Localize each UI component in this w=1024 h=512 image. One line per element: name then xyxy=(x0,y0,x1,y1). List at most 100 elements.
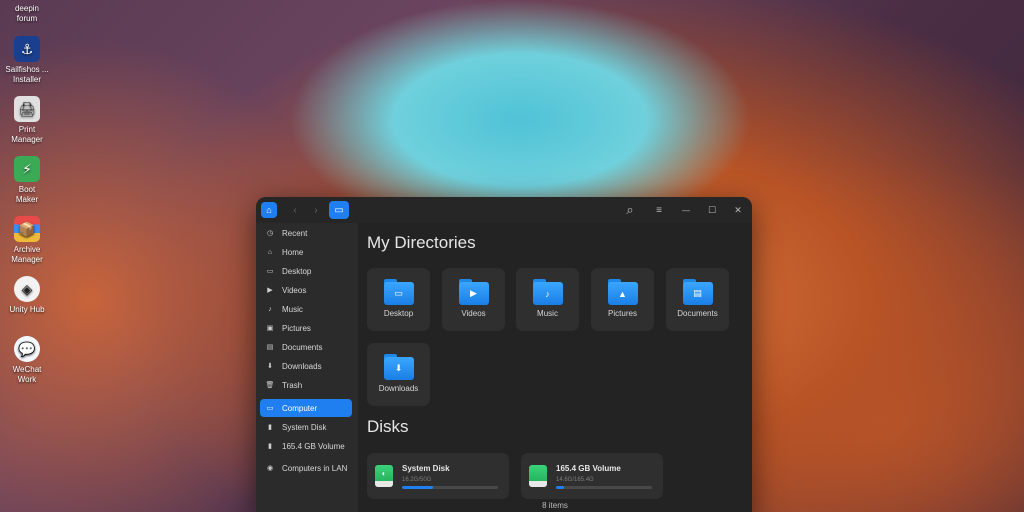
sidebar-item-home[interactable]: ⌂ Home xyxy=(260,243,352,261)
disk-name: 165.4 GB Volume xyxy=(556,464,621,473)
sidebar-item-desktop[interactable]: ▭ Desktop xyxy=(260,262,352,280)
directory-desktop[interactable]: ▭ Desktop xyxy=(367,268,430,331)
folder-music-icon: ♪ xyxy=(532,279,563,305)
desktop-icon-label: Print Manager xyxy=(11,125,43,144)
maximize-button[interactable]: ☐ xyxy=(704,201,720,219)
main-content: My Directories ▭ Desktop ▶ Videos ♪ Musi… xyxy=(358,223,752,512)
folder-downloads-icon: ⬇ xyxy=(383,354,414,380)
disk-usage: 16.2G/50G xyxy=(402,477,432,483)
disk-usage-fill xyxy=(402,486,434,489)
desktop-icon-sailfishos-installer[interactable]: ⚓ Sailfishos ... Installer xyxy=(0,36,54,85)
forward-button[interactable]: › xyxy=(309,201,323,219)
sidebar-item-trash[interactable]: 🗑 Trash xyxy=(260,376,352,394)
disk-name: System Disk xyxy=(402,464,450,473)
sidebar-item-label: Music xyxy=(282,304,303,314)
desktop-icon-label: Archive Manager xyxy=(11,245,43,264)
folder-documents-icon: ▤ xyxy=(682,279,713,305)
usb-drive-icon: ⚡ xyxy=(14,156,40,182)
directory-downloads[interactable]: ⬇ Downloads xyxy=(367,343,430,406)
sidebar-item-videos[interactable]: ▶ Videos xyxy=(260,281,352,299)
document-icon: ▤ xyxy=(266,344,274,351)
computer-icon: ▭ xyxy=(266,405,274,412)
sidebar-item-downloads[interactable]: ⬇ Downloads xyxy=(260,357,352,375)
disk-icon: ▮ xyxy=(268,424,272,431)
printer-icon: 🖨 xyxy=(14,96,40,122)
directory-videos[interactable]: ▶ Videos xyxy=(442,268,505,331)
directory-label: Videos xyxy=(461,309,486,318)
sidebar-item-documents[interactable]: ▤ Documents xyxy=(260,338,352,356)
file-manager-window: ⌂ ‹ › ▭ ⌕ ≡ — ☐ ✕ ◷ Recent ⌂ Home ▭ Desk… xyxy=(256,197,752,512)
minimize-button[interactable]: — xyxy=(678,201,694,219)
back-button[interactable]: ‹ xyxy=(288,201,302,219)
sidebar-item-label: 165.4 GB Volume xyxy=(282,441,345,451)
status-bar-item-count: 8 items xyxy=(542,501,568,510)
sidebar-item-label: Computers in LAN xyxy=(282,463,348,473)
desktop-icon-deepin-forum[interactable]: deepin forum xyxy=(0,4,54,24)
sidebar-item-system-disk[interactable]: ▮ System Disk xyxy=(260,418,352,436)
directory-label: Music xyxy=(537,309,558,318)
sidebar-item-computer[interactable]: ▭ Computer xyxy=(260,399,352,417)
clock-icon: ◷ xyxy=(266,230,274,237)
sidebar-item-label: Home xyxy=(282,247,304,257)
disk-card-volume[interactable]: 165.4 GB Volume 14.6G/165.4G xyxy=(521,453,663,499)
picture-icon: ▣ xyxy=(266,325,274,332)
desktop-icon-label: Boot Maker xyxy=(15,185,39,204)
sidebar-item-label: Recent xyxy=(282,228,308,238)
desktop-icon: ▭ xyxy=(266,268,274,275)
unity-cube-icon: ◈ xyxy=(14,276,40,302)
my-directories-title: My Directories xyxy=(367,233,476,252)
folder-videos-icon: ▶ xyxy=(458,279,489,305)
folder-desktop-icon: ▭ xyxy=(383,279,414,305)
desktop-icon-print-manager[interactable]: 🖨 Print Manager xyxy=(0,96,54,145)
anchor-icon: ⚓ xyxy=(14,36,40,62)
disk-icon: ▮ xyxy=(268,443,272,450)
desktop-icon-label: deepin forum xyxy=(14,4,40,23)
home-icon: ⌂ xyxy=(267,248,273,256)
music-note-icon: ♪ xyxy=(268,305,272,313)
directory-music[interactable]: ♪ Music xyxy=(516,268,579,331)
desktop-icon-unity-hub[interactable]: ◈ Unity Hub xyxy=(0,276,54,315)
sidebar-item-volume[interactable]: ▮ 165.4 GB Volume xyxy=(260,437,352,455)
volume-disk-icon xyxy=(529,465,547,487)
disk-card-system[interactable]: ◐ System Disk 16.2G/50G xyxy=(367,453,509,499)
desktop-icon-archive-manager[interactable]: 📦 Archive Manager xyxy=(0,216,54,265)
view-mode-button[interactable]: ▭ xyxy=(329,201,349,219)
disk-usage-fill xyxy=(556,486,565,489)
sidebar-item-label: Computer xyxy=(282,403,318,413)
directory-documents[interactable]: ▤ Documents xyxy=(666,268,729,331)
menu-icon[interactable]: ≡ xyxy=(651,201,667,219)
sidebar-item-label: Videos xyxy=(282,285,307,295)
directory-pictures[interactable]: ▲ Pictures xyxy=(591,268,654,331)
sidebar: ◷ Recent ⌂ Home ▭ Desktop ▶ Videos ♪ Mus… xyxy=(256,223,358,512)
disk-usage-bar xyxy=(556,486,652,489)
sidebar-item-label: System Disk xyxy=(282,422,327,432)
chat-bubble-icon: 💬 xyxy=(14,336,40,362)
file-manager-logo-icon: ⌂ xyxy=(261,202,277,218)
trash-icon: 🗑 xyxy=(265,382,275,389)
sidebar-item-recent[interactable]: ◷ Recent xyxy=(260,224,352,242)
sidebar-item-label: Pictures xyxy=(282,323,311,333)
sidebar-item-label: Desktop xyxy=(282,266,312,276)
directory-label: Documents xyxy=(677,309,718,318)
sidebar-item-computers-in-lan[interactable]: ◉ Computers in LAN xyxy=(260,459,352,477)
sidebar-item-label: Trash xyxy=(282,380,303,390)
disk-usage: 14.6G/165.4G xyxy=(556,477,594,483)
folder-pictures-icon: ▲ xyxy=(607,279,638,305)
video-icon: ▶ xyxy=(267,287,273,294)
close-button[interactable]: ✕ xyxy=(730,201,746,219)
sidebar-item-pictures[interactable]: ▣ Pictures xyxy=(260,319,352,337)
disks-title: Disks xyxy=(367,417,409,436)
sidebar-item-label: Documents xyxy=(282,342,323,352)
sidebar-item-music[interactable]: ♪ Music xyxy=(260,300,352,318)
network-icon: ◉ xyxy=(266,465,274,472)
desktop-icon-label: Sailfishos ... Installer xyxy=(5,65,49,84)
download-icon: ⬇ xyxy=(267,363,273,370)
search-icon[interactable]: ⌕ xyxy=(622,201,638,219)
desktop-icon-boot-maker[interactable]: ⚡ Boot Maker xyxy=(0,156,54,205)
desktop-icon-label: WeChat Work xyxy=(12,365,42,384)
titlebar: ⌂ ‹ › ▭ ⌕ ≡ — ☐ ✕ xyxy=(256,197,752,223)
directory-label: Desktop xyxy=(383,309,414,318)
desktop-icon-wechat-work[interactable]: 💬 WeChat Work xyxy=(0,336,54,385)
directory-label: Downloads xyxy=(378,384,419,393)
archive-icon: 📦 xyxy=(14,216,40,242)
